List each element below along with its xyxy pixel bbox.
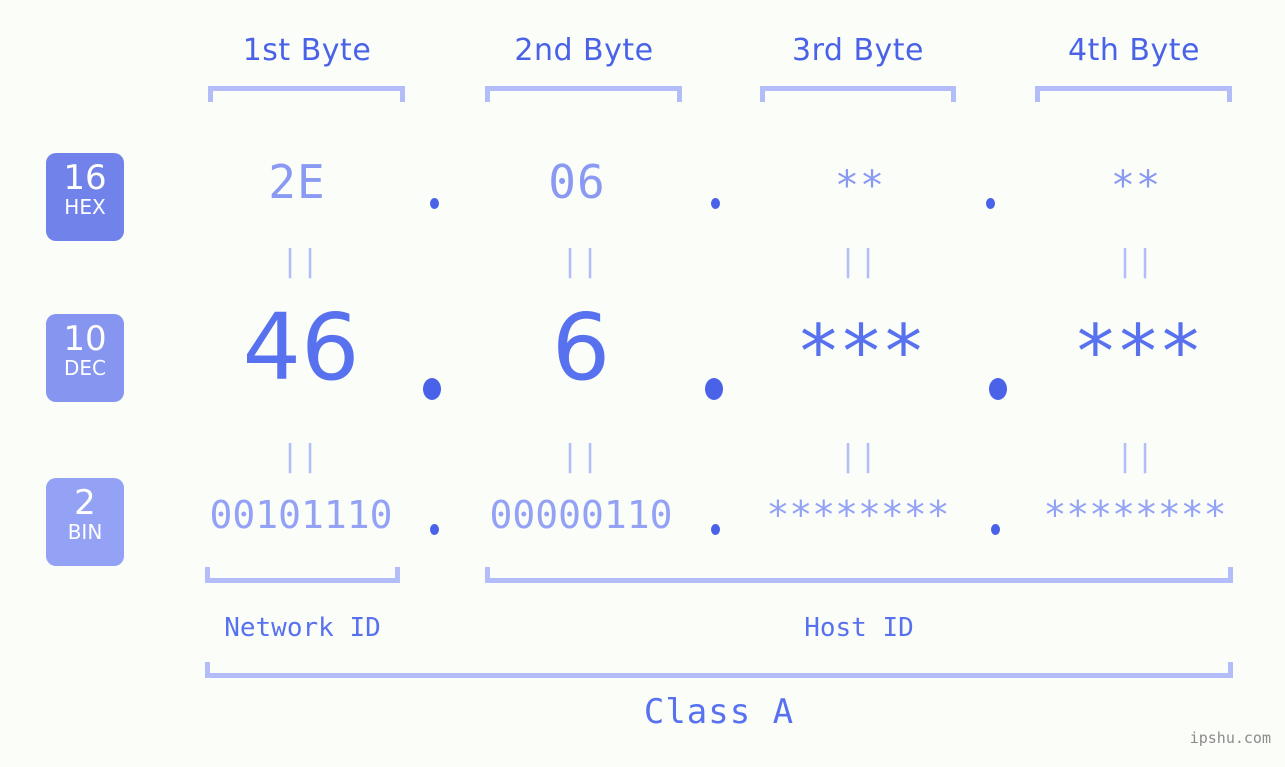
hex-byte-1: 2E [268,155,326,209]
bin-byte-4: ******** [1043,493,1227,537]
bin-dot-1 [430,524,439,535]
class-bracket [205,662,1233,678]
base-badge-dec-system: DEC [63,356,106,380]
equals-sign-dec-bin-2: || [560,439,602,474]
bin-byte-3: ******** [766,493,950,537]
dec-dot-3 [989,378,1007,400]
hex-dot-1 [430,198,439,209]
hex-byte-4: ** [1110,163,1162,209]
byte-bracket-1 [208,86,405,102]
network-id-bracket [205,567,400,583]
byte-header-4: 4th Byte [1068,33,1200,68]
equals-sign-dec-bin-1: || [280,439,322,474]
dec-byte-2: 6 [551,294,611,401]
network-id-label: Network ID [224,613,381,643]
equals-sign-hex-dec-1: || [280,244,322,279]
byte-header-1: 1st Byte [242,33,372,68]
ip-address-breakdown-diagram: 1st Byte 2nd Byte 3rd Byte 4th Byte 16 H… [0,0,1285,767]
equals-sign-hex-dec-2: || [560,244,602,279]
byte-bracket-2 [485,86,682,102]
base-badge-bin: 2 BIN [46,478,124,566]
base-badge-bin-number: 2 [74,483,96,523]
byte-header-2: 2nd Byte [514,33,654,68]
base-badge-hex: 16 HEX [46,153,124,241]
hex-dot-3 [986,198,995,209]
hex-byte-2: 06 [548,155,606,209]
equals-sign-dec-bin-3: || [838,439,880,474]
host-id-label: Host ID [804,613,914,643]
hex-byte-3: ** [834,163,886,209]
bin-byte-1: 00101110 [209,493,393,537]
base-badge-bin-system: BIN [67,520,103,544]
base-badge-hex-number: 16 [63,158,107,198]
class-label: Class A [643,692,795,732]
byte-header-3: 3rd Byte [791,33,925,68]
dec-byte-1: 46 [242,294,360,401]
byte-bracket-4 [1035,86,1232,102]
host-id-bracket [485,567,1233,583]
base-badge-dec: 10 DEC [46,314,124,402]
bin-dot-2 [711,524,720,535]
site-watermark: ipshu.com [1189,729,1271,747]
equals-sign-hex-dec-4: || [1115,244,1157,279]
equals-sign-dec-bin-4: || [1115,439,1157,474]
bin-byte-2: 00000110 [489,493,673,537]
base-badge-dec-number: 10 [63,319,107,359]
dec-byte-3: *** [796,309,926,395]
dec-byte-4: *** [1073,309,1203,395]
equals-sign-hex-dec-3: || [838,244,880,279]
byte-bracket-3 [760,86,956,102]
dec-dot-1 [423,378,441,400]
base-badge-hex-system: HEX [64,195,106,219]
bin-dot-3 [991,524,1000,535]
dec-dot-2 [705,378,723,400]
hex-dot-2 [711,198,720,209]
